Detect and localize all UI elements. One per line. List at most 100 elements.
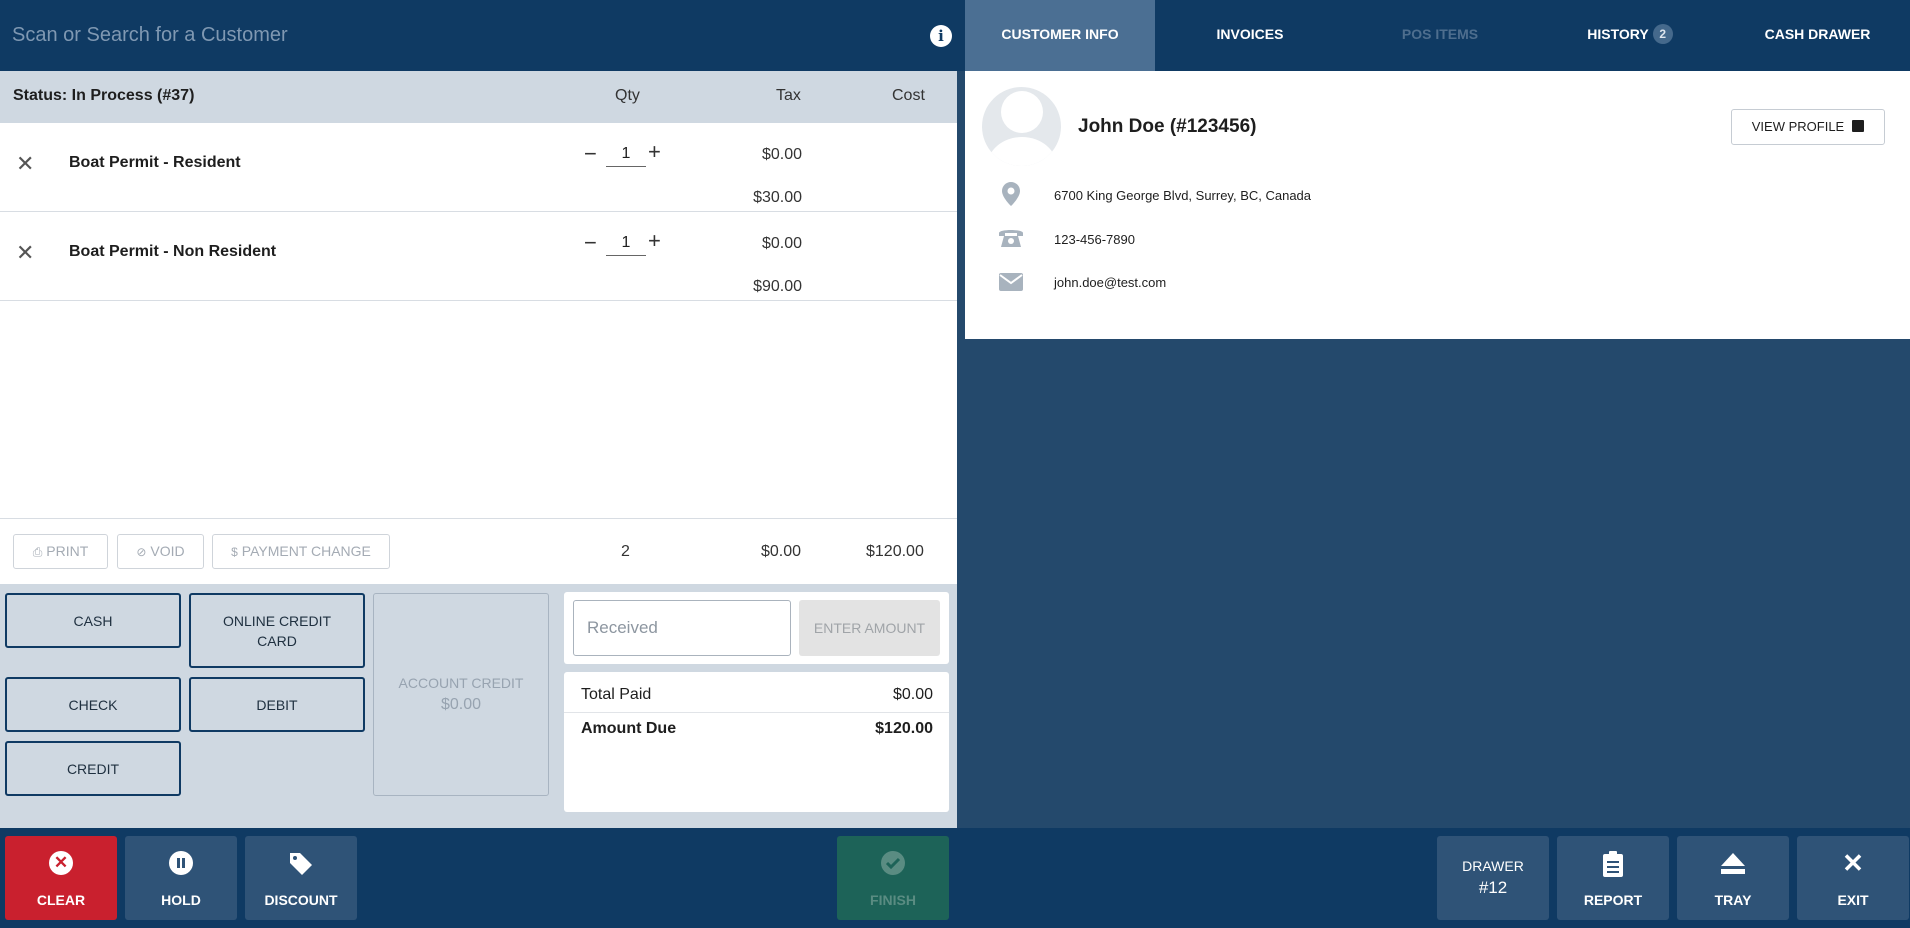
amount-due-row: Amount Due $120.00 [581, 720, 933, 738]
report-label: REPORT [1583, 892, 1643, 908]
total-paid-value: $0.00 [892, 686, 933, 703]
order-panel: Scan or Search for a Customer i Status: … [0, 0, 965, 828]
cash-button[interactable]: CASH [5, 593, 181, 648]
drawer-button[interactable]: DRAWER #12 [1437, 836, 1549, 920]
external-link-icon [1852, 120, 1865, 132]
exit-button[interactable]: ✕ EXIT [1797, 836, 1909, 920]
decrease-qty-button[interactable]: − [584, 232, 597, 254]
total-paid-label: Total Paid [581, 686, 652, 703]
item-cost: $30.00 [753, 189, 802, 206]
avatar [982, 87, 1061, 166]
tag-icon [290, 853, 312, 875]
decrease-qty-button[interactable]: − [584, 143, 597, 165]
ban-icon: ⊘ [136, 545, 147, 559]
total-qty: 2 [621, 543, 630, 560]
clear-label: CLEAR [36, 892, 86, 908]
remove-item-icon[interactable]: ✕ [16, 153, 34, 175]
discount-label: DISCOUNT [264, 892, 338, 908]
pause-icon [169, 851, 193, 875]
clear-button[interactable]: ✕ CLEAR [5, 836, 117, 920]
order-header: Status: In Process (#37) Qty Tax Cost [0, 71, 957, 123]
total-tax: $0.00 [761, 543, 802, 560]
order-item: ✕ Boat Permit - Resident − 1 + $0.00 $30… [0, 123, 957, 212]
tray-label: TRAY [1714, 892, 1752, 908]
item-tax: $0.00 [761, 235, 802, 252]
online-credit-card-button[interactable]: ONLINE CREDIT CARD [189, 593, 365, 668]
qty-input[interactable]: 1 [606, 234, 646, 256]
credit-button[interactable]: CREDIT [5, 741, 181, 796]
payment-change-label: PAYMENT CHANGE [241, 543, 371, 559]
customer-address: 6700 King George Blvd, Surrey, BC, Canad… [1054, 188, 1312, 203]
tab-customer-info[interactable]: CUSTOMER INFO [965, 0, 1155, 71]
void-button[interactable]: ⊘ VOID [117, 534, 204, 569]
item-name: Boat Permit - Resident [69, 154, 241, 171]
tab-bar: CUSTOMER INFO INVOICES POS ITEMS HISTORY… [965, 0, 1910, 71]
info-icon[interactable]: i [930, 25, 952, 47]
envelope-icon [998, 273, 1024, 297]
payment-change-button[interactable]: $ PAYMENT CHANGE [212, 534, 390, 569]
drawer-label: DRAWER [1462, 858, 1524, 874]
dollar-icon: $ [231, 545, 238, 559]
totals-divider [564, 712, 949, 713]
tax-header: Tax [776, 87, 801, 104]
cost-header: Cost [892, 87, 925, 104]
close-icon: ✕ [1842, 848, 1864, 878]
hold-label: HOLD [161, 892, 201, 908]
customer-email: john.doe@test.com [1054, 275, 1167, 290]
tray-button[interactable]: TRAY [1677, 836, 1789, 920]
printer-icon: ⎙ [32, 545, 43, 559]
item-name: Boat Permit - Non Resident [69, 243, 277, 260]
search-input[interactable]: Scan or Search for a Customer [12, 24, 288, 47]
total-cost: $120.00 [866, 543, 924, 560]
received-input[interactable]: Received [573, 600, 791, 656]
view-profile-button[interactable]: VIEW PROFILE [1731, 109, 1885, 145]
finish-button: FINISH [837, 836, 949, 920]
amount-due-value: $120.00 [875, 720, 933, 737]
eject-icon [1721, 853, 1745, 874]
location-icon [998, 182, 1024, 212]
customer-name: John Doe (#123456) [1078, 116, 1257, 137]
increase-qty-button[interactable]: + [648, 141, 661, 163]
tab-pos-items: POS ITEMS [1401, 26, 1479, 42]
clipboard-icon [1603, 851, 1623, 877]
received-card: Received ENTER AMOUNT [564, 592, 949, 664]
amount-due-label: Amount Due [581, 720, 677, 737]
payment-totals: Total Paid $0.00 Amount Due $120.00 [564, 672, 949, 812]
customer-search-bar[interactable]: Scan or Search for a Customer i [0, 0, 965, 71]
customer-phone: 123-456-7890 [1054, 232, 1135, 247]
check-button[interactable]: CHECK [5, 677, 181, 732]
bottom-action-bar: ✕ CLEAR HOLD DISCOUNT FINISH DRAWER #12 … [0, 828, 1910, 928]
finish-label: FINISH [870, 892, 916, 908]
exit-label: EXIT [1837, 892, 1869, 908]
view-profile-label: VIEW PROFILE [1751, 119, 1845, 134]
tab-history-label: HISTORY [1587, 26, 1649, 42]
item-cost: $90.00 [753, 278, 802, 295]
account-credit-label: ACCOUNT CREDIT [398, 675, 524, 691]
report-button[interactable]: REPORT [1557, 836, 1669, 920]
order-item: ✕ Boat Permit - Non Resident − 1 + $0.00… [0, 212, 957, 301]
account-credit-button[interactable]: ACCOUNT CREDIT $0.00 [373, 593, 549, 796]
discount-button[interactable]: DISCOUNT [245, 836, 357, 920]
customer-info-card: John Doe (#123456) VIEW PROFILE 6700 Kin… [965, 71, 1910, 339]
remove-item-icon[interactable]: ✕ [16, 242, 34, 264]
qty-header: Qty [615, 87, 640, 104]
history-count-badge: 2 [1652, 24, 1673, 44]
total-paid-row: Total Paid $0.00 [581, 686, 933, 704]
tab-history[interactable]: HISTORY 2 [1535, 0, 1725, 71]
hold-button[interactable]: HOLD [125, 836, 237, 920]
increase-qty-button[interactable]: + [648, 230, 661, 252]
debit-button[interactable]: DEBIT [189, 677, 365, 732]
order-items: ✕ Boat Permit - Resident − 1 + $0.00 $30… [0, 123, 957, 518]
account-credit-value: $0.00 [440, 696, 482, 713]
check-circle-icon [881, 851, 905, 875]
qty-input[interactable]: 1 [606, 145, 646, 167]
print-label: PRINT [46, 543, 89, 559]
item-tax: $0.00 [761, 146, 802, 163]
enter-amount-button[interactable]: ENTER AMOUNT [799, 600, 940, 656]
order-status: Status: In Process (#37) [13, 87, 195, 104]
order-summary: ⎙ PRINT ⊘ VOID $ PAYMENT CHANGE 2 $0.00 $12… [0, 518, 957, 584]
tab-cash-drawer[interactable]: CASH DRAWER [1725, 0, 1910, 71]
tab-invoices[interactable]: INVOICES [1155, 0, 1345, 71]
print-button[interactable]: ⎙ PRINT [13, 534, 108, 569]
phone-icon [998, 227, 1024, 253]
